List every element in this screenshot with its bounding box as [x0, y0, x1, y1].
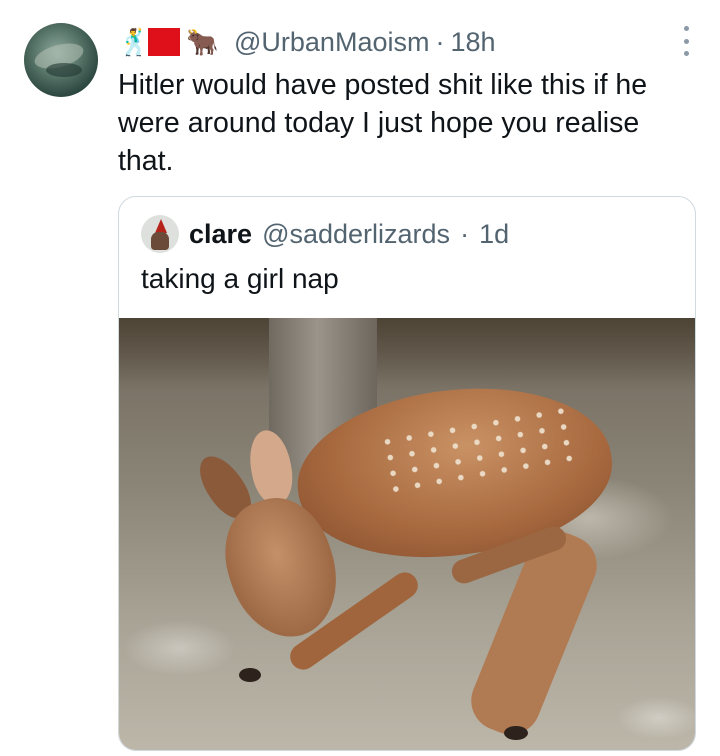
deer-photo[interactable] — [119, 318, 695, 750]
quoted-user-name[interactable]: clare — [189, 219, 252, 250]
user-avatar[interactable] — [24, 23, 98, 97]
quoted-user-handle[interactable]: @sadderlizards — [262, 219, 450, 250]
separator-dot: · — [435, 26, 445, 57]
figure-emoji: 🕺 — [118, 26, 151, 57]
red-flag-emoji — [148, 28, 180, 56]
dot — [683, 38, 689, 44]
separator-dot: · — [460, 218, 470, 249]
ox-emoji: 🐂 — [186, 26, 219, 57]
quoted-tweet-text: taking a girl nap — [141, 263, 339, 294]
dot — [683, 26, 689, 31]
timestamp[interactable]: 18h — [450, 27, 495, 58]
avatar-image-detail — [46, 63, 82, 77]
quoted-user-avatar[interactable] — [141, 215, 179, 253]
user-handle[interactable]: @UrbanMaoism — [234, 27, 429, 58]
tweet-text: Hitler would have posted shit like this … — [118, 69, 648, 177]
dot — [683, 51, 689, 56]
quoted-tweet-card[interactable]: clare @sadderlizards · 1d taking a girl … — [118, 196, 696, 751]
tweet-header: 🕺 🐂 @UrbanMaoism · 18h — [118, 22, 496, 62]
gnome-body-shape — [151, 232, 169, 250]
deer-hoof — [504, 726, 528, 740]
quoted-tweet-header: clare @sadderlizards · 1d — [141, 215, 509, 253]
gnome-hat-shape — [155, 219, 167, 233]
quoted-timestamp[interactable]: 1d — [479, 219, 509, 250]
deer-hoof — [239, 668, 261, 682]
more-options-icon[interactable] — [682, 26, 690, 56]
photo-leaves — [119, 318, 695, 388]
